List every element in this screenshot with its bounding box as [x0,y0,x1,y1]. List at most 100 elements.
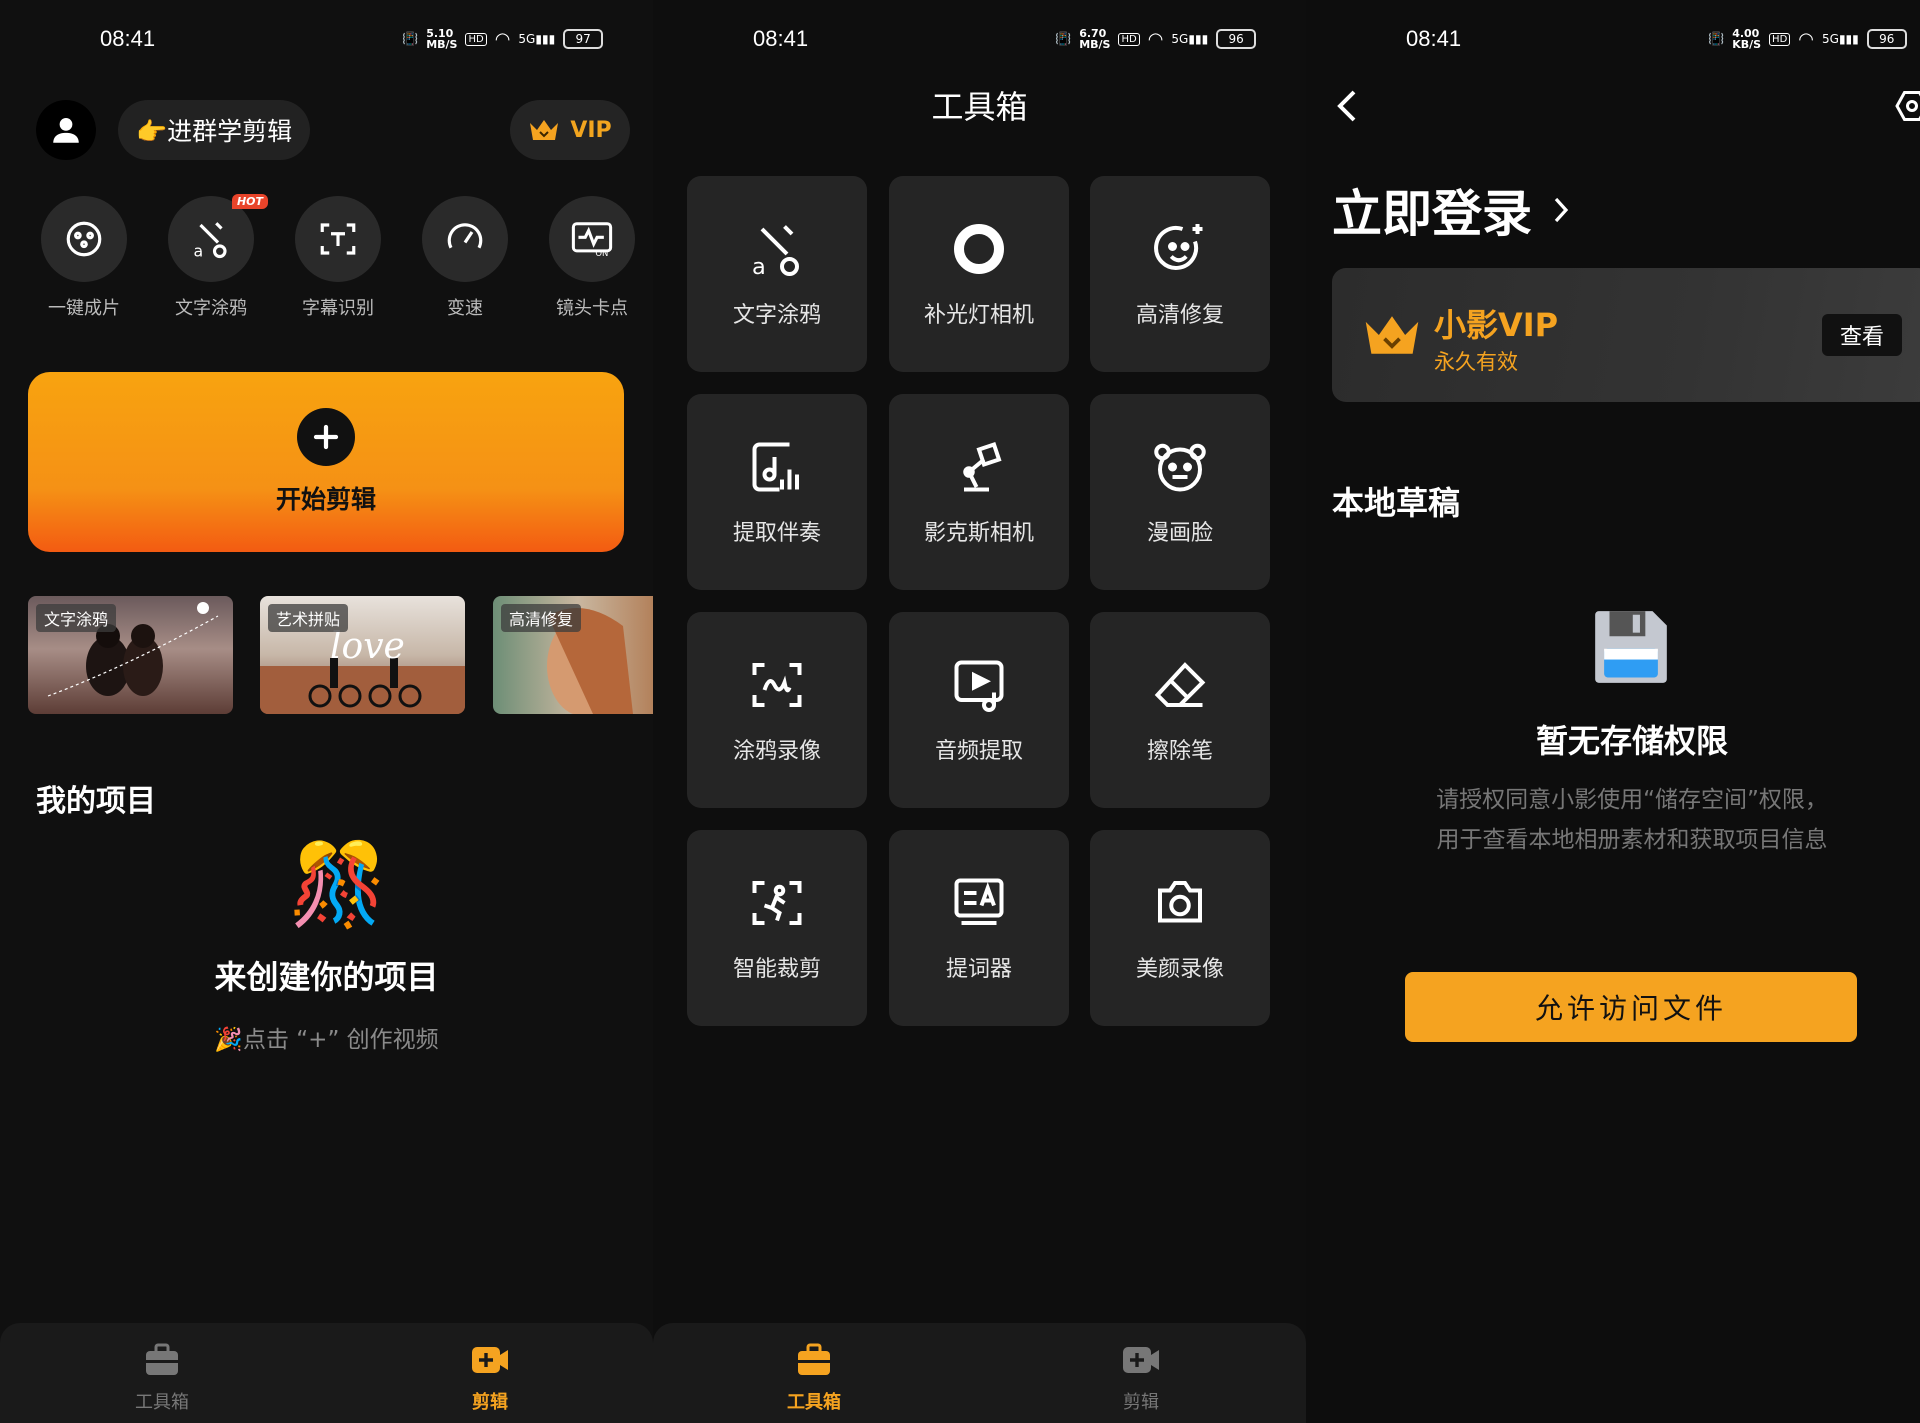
chevron-left-icon [1337,90,1356,122]
toolbox-icon [798,1343,830,1375]
tool-text-doodle[interactable]: a 文字涂鸦 [687,176,867,372]
status-icons: 📳 6.70 MB/S HD ◠ 5G▮▮▮ 96 [1055,28,1257,50]
quick-action-speed[interactable]: 变速 [420,196,510,320]
text-doodle-icon: a [752,225,799,279]
ring-light-icon [954,224,1004,274]
login-link[interactable]: 立即登录 [1332,174,1570,246]
tool-label: 漫画脸 [1146,521,1213,546]
tool-doodle-record[interactable]: 涂鸦录像 [687,612,867,808]
vip-label: VIP [570,117,612,143]
wifi-icon: ◠ [1147,28,1164,50]
tool-hd-restore[interactable]: 高清修复 [1090,176,1270,372]
beat-sync-icon: ON [571,222,613,258]
allow-file-access-label: 允许访问文件 [1534,992,1727,1025]
hot-badge: HOT [231,194,268,209]
tab-edit[interactable]: 剪辑 [1081,1341,1201,1414]
quick-action-beat-sync[interactable]: ON 镜头卡点 [547,196,637,320]
music-extract-icon [752,442,799,492]
tool-cartoon-face[interactable]: 漫画脸 [1090,394,1270,590]
text-doodle-icon: a [194,222,227,260]
no-permission-line1: 请授权同意小影使用“储存空间”权限， [1436,787,1828,813]
tab-toolbox-label: 工具箱 [787,1392,841,1413]
vip-view-button[interactable]: 查看 [1822,314,1902,356]
quick-action-label: 一键成片 [48,298,120,319]
hd-badge: HD [1769,32,1791,46]
subtitle-scan-icon [320,223,356,255]
audio-extract-icon [954,660,1004,712]
join-group-button[interactable]: 👉进群学剪辑 [118,100,311,160]
video-plus-icon [472,1347,508,1373]
tab-edit-label: 剪辑 [1123,1392,1159,1413]
wifi-icon: ◠ [1798,28,1814,50]
back-button[interactable] [1332,88,1360,128]
tool-label: 补光灯相机 [923,303,1034,328]
tab-toolbox[interactable]: 工具箱 [102,1341,222,1414]
quick-action-subtitle[interactable]: 字幕识别 [293,196,383,320]
tool-eraser[interactable]: 擦除笔 [1090,612,1270,808]
template-card-text-doodle[interactable]: 文字涂鸦 [28,596,233,714]
my-projects-title: 我的项目 [36,784,156,819]
speedometer-icon [447,223,483,249]
battery-icon: 97 [563,29,604,49]
tool-label: 擦除笔 [1146,739,1213,764]
desk-lamp-icon [963,441,1002,492]
tool-beauty-record[interactable]: 美颜录像 [1090,830,1270,1026]
vibrate-icon: 📳 [1055,31,1072,47]
signal-icon: 5G▮▮▮ [518,32,556,46]
tool-teleprompter[interactable]: 提词器 [889,830,1069,1026]
battery-icon: 96 [1216,29,1257,49]
tool-smart-crop[interactable]: 智能裁剪 [687,830,867,1026]
tool-label: 美颜录像 [1135,957,1224,982]
gear-icon [1895,91,1920,121]
template-tag: 文字涂鸦 [36,604,117,632]
bottom-tabbar: 工具箱 剪辑 [653,1323,1306,1423]
net-speed: 4.00 KB/S [1732,27,1762,51]
tool-label: 涂鸦录像 [732,739,821,764]
battery-icon: 96 [1866,29,1907,49]
status-time: 08:41 [1406,26,1462,51]
tool-audio-extract[interactable]: 音频提取 [889,612,1069,808]
empty-projects-hint: 🎉点击 “+” 创作视频 [214,1027,439,1053]
quick-action-circle: a HOT [168,194,268,282]
chevron-right-icon [1554,197,1569,223]
template-card-hd-restore[interactable]: 高清修复 [493,596,653,714]
quick-action-label: 字幕识别 [302,298,374,319]
tab-toolbox-label: 工具箱 [135,1392,189,1413]
floppy-disk-icon [1595,611,1667,683]
tool-label: 提词器 [945,957,1012,982]
tool-extract-accompaniment[interactable]: 提取伴奏 [687,394,867,590]
status-icons: 📳 5.10 MB/S HD ◠ 5G▮▮▮ 97 [402,28,604,50]
vip-card[interactable]: 小影VIP 永久有效 查看 [1332,268,1920,402]
quick-action-label: 变速 [447,298,483,319]
film-reel-icon [66,221,102,257]
tool-ring-light-camera[interactable]: 补光灯相机 [889,176,1069,372]
wifi-icon: ◠ [494,28,511,50]
svg-text:a: a [752,254,766,279]
vibrate-icon: 📳 [402,31,419,47]
status-time: 08:41 [100,26,156,51]
start-editing-button[interactable]: 开始剪辑 [28,372,624,552]
avatar[interactable] [36,100,96,160]
quick-action-circle [41,196,127,282]
vip-validity: 永久有效 [1434,350,1518,374]
toolbox-screen: 08:41 📳 6.70 MB/S HD ◠ 5G▮▮▮ 96 工具箱 a 文字涂… [653,0,1306,1423]
no-permission-line2: 用于查看本地相册素材和获取项目信息 [1436,827,1828,853]
vip-button[interactable]: VIP [510,100,630,160]
tool-lamp-camera[interactable]: 影克斯相机 [889,394,1069,590]
vibrate-icon: 📳 [1708,31,1725,47]
tab-edit[interactable]: 剪辑 [430,1341,550,1414]
crown-icon [530,120,559,140]
quick-action-text-doodle[interactable]: a HOT 文字涂鸦 [166,194,268,320]
signal-icon: 5G▮▮▮ [1171,32,1209,46]
allow-file-access-button[interactable]: 允许访问文件 [1405,972,1857,1042]
hd-badge: HD [465,32,487,46]
template-card-art-collage[interactable]: love 艺术拼贴 [260,596,465,714]
hd-badge: HD [1118,32,1140,46]
toolbox-icon [146,1343,178,1375]
home-screen: 08:41 📳 5.10 MB/S HD ◠ 5G▮▮▮ 97 👉进群学剪辑 VI… [0,0,653,1423]
quick-action-one-click[interactable]: 一键成片 [39,196,129,320]
empty-projects-title: 来创建你的项目 [214,958,439,996]
settings-button[interactable] [1894,88,1920,128]
start-editing-label: 开始剪辑 [275,485,376,514]
tab-toolbox[interactable]: 工具箱 [754,1341,874,1414]
